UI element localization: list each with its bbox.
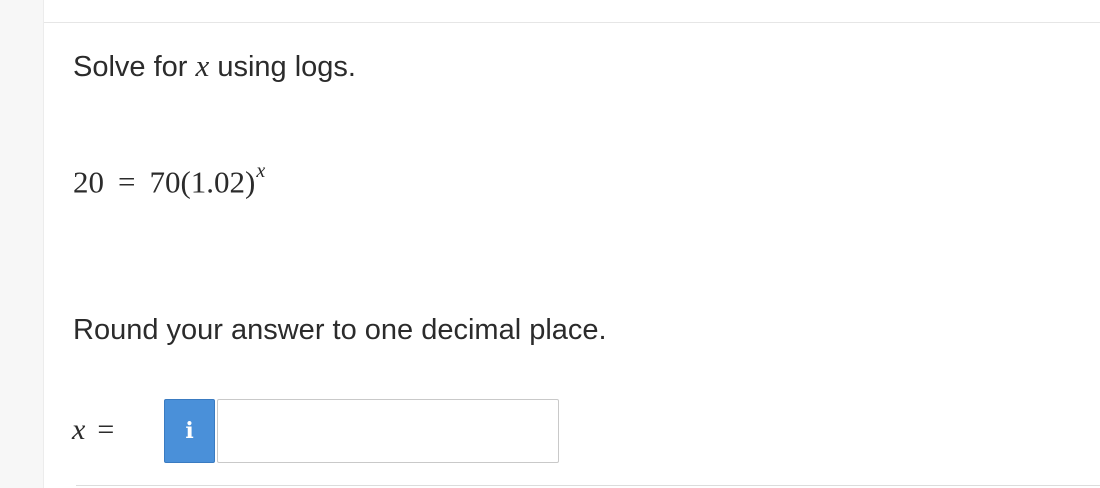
bottom-divider bbox=[76, 485, 1100, 486]
prompt-text-before: Solve for bbox=[73, 51, 196, 83]
question-prompt: Solve for x using logs. bbox=[73, 46, 356, 87]
left-gutter bbox=[0, 0, 44, 488]
info-icon: i bbox=[185, 418, 194, 444]
answer-input[interactable] bbox=[217, 399, 559, 463]
rounding-instruction: Round your answer to one decimal place. bbox=[73, 314, 607, 346]
equation-rhs-exponent: x bbox=[256, 160, 266, 182]
equation-lhs: 20 bbox=[73, 164, 104, 200]
info-button[interactable]: i bbox=[164, 399, 215, 463]
answer-label-variable: x bbox=[72, 413, 86, 446]
answer-label-equals: = bbox=[97, 413, 115, 446]
answer-label: x = bbox=[72, 410, 114, 450]
equation-rhs-base: 70(1.02) bbox=[149, 164, 256, 200]
top-divider bbox=[44, 22, 1100, 23]
equation-operator: = bbox=[118, 164, 136, 200]
equation: 20 = 70(1.02)x bbox=[73, 152, 265, 205]
prompt-variable: x bbox=[195, 48, 210, 83]
prompt-text-after: using logs. bbox=[209, 51, 356, 83]
